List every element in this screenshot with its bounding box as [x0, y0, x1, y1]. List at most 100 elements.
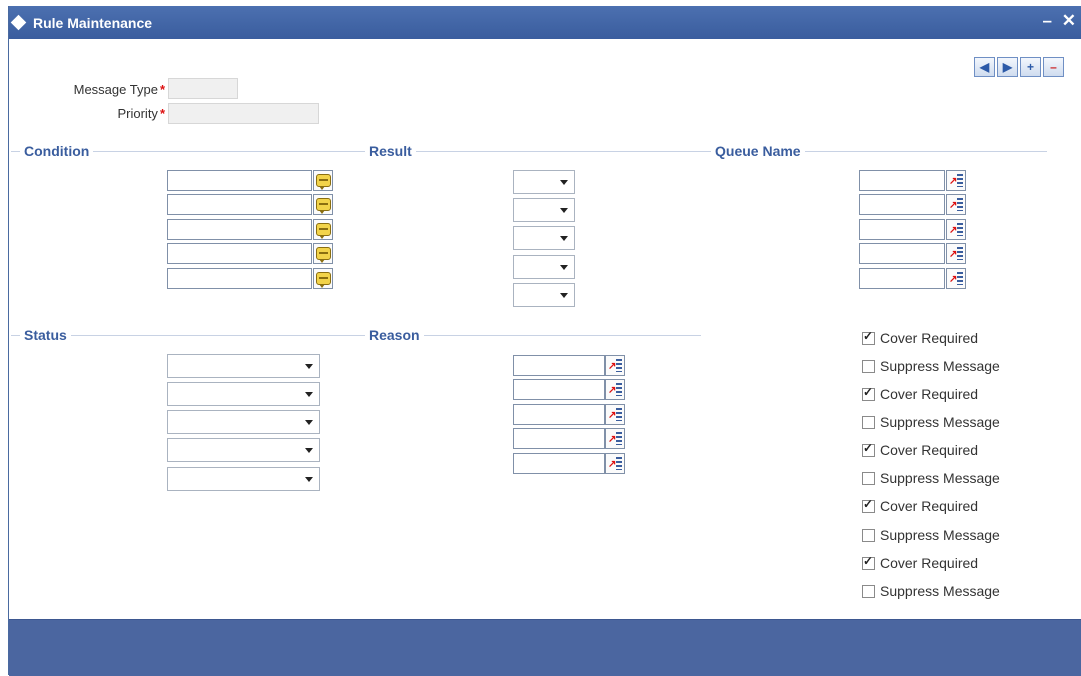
result-select[interactable] [513, 283, 575, 307]
suppress-message-checkbox[interactable]: Suppress Message [862, 583, 1000, 599]
comment-icon [315, 272, 331, 288]
cover-required-checkbox[interactable]: Cover Required [862, 441, 978, 458]
reason-lov-button[interactable]: ↗ [605, 428, 625, 449]
cover-required-checkbox[interactable]: Cover Required [862, 497, 979, 514]
suppress-message-checkbox[interactable]: Suppress Message [862, 470, 1000, 486]
result-select[interactable] [513, 170, 575, 194]
chevron-down-icon [305, 364, 313, 369]
comment-icon [315, 223, 331, 239]
checkbox-box[interactable] [862, 415, 875, 429]
queue-name-input[interactable] [859, 243, 945, 264]
priority-label-text: Priority [117, 106, 158, 121]
cover-required-checkbox[interactable]: Cover Required [862, 329, 978, 346]
condition-editor-button[interactable] [313, 268, 333, 289]
checkbox-box[interactable] [862, 497, 875, 513]
checkbox-box[interactable] [862, 584, 875, 598]
reason-input[interactable] [513, 404, 605, 425]
condition-input[interactable] [167, 170, 312, 191]
cover-required-checkbox[interactable]: Cover Required [862, 385, 978, 402]
checkbox-box[interactable] [862, 471, 875, 485]
condition-editor-button[interactable] [313, 219, 333, 240]
rule-maintenance-window: Rule Maintenance – ✕ ◀ ▶ + – Message Typ… [8, 6, 1081, 676]
result-select[interactable] [513, 198, 575, 222]
checkbox-label: Suppress Message [880, 470, 1000, 486]
list-of-values-icon: ↗ [608, 383, 622, 396]
comment-icon [315, 247, 331, 263]
reason-input[interactable] [513, 355, 605, 376]
list-of-values-icon: ↗ [608, 408, 622, 421]
reason-lov-button[interactable]: ↗ [605, 453, 625, 474]
checkbox-box[interactable] [862, 441, 875, 457]
chevron-down-icon [560, 208, 568, 213]
title-bar: Rule Maintenance – ✕ [9, 6, 1081, 39]
condition-editor-button[interactable] [313, 243, 333, 264]
message-type-label: Message Type * [49, 82, 165, 97]
condition-input[interactable] [167, 268, 312, 289]
add-row-button[interactable]: + [1020, 57, 1041, 77]
list-of-values-icon: ↗ [608, 457, 622, 470]
minimize-button[interactable]: – [1043, 11, 1052, 31]
queue-lov-button[interactable]: ↗ [946, 268, 966, 289]
suppress-message-checkbox[interactable]: Suppress Message [862, 414, 1000, 430]
status-select[interactable] [167, 354, 320, 378]
previous-record-button[interactable]: ◀ [974, 57, 995, 77]
list-of-values-icon: ↗ [949, 223, 963, 236]
status-select[interactable] [167, 382, 320, 406]
priority-field[interactable] [168, 103, 319, 124]
reason-lov-button[interactable]: ↗ [605, 379, 625, 400]
required-marker: * [159, 82, 165, 97]
close-button[interactable]: ✕ [1062, 11, 1076, 31]
suppress-message-checkbox[interactable]: Suppress Message [862, 358, 1000, 374]
chevron-down-icon [305, 477, 313, 482]
section-condition: Condition [20, 143, 94, 159]
condition-editor-button[interactable] [313, 170, 333, 191]
status-select[interactable] [167, 438, 320, 462]
queue-name-input[interactable] [859, 268, 945, 289]
checkbox-label: Suppress Message [880, 414, 1000, 430]
queue-lov-button[interactable]: ↗ [946, 219, 966, 240]
reason-input[interactable] [513, 379, 605, 400]
list-of-values-icon: ↗ [949, 247, 963, 260]
checkbox-box[interactable] [862, 359, 875, 373]
comment-icon [315, 198, 331, 214]
queue-name-input[interactable] [859, 194, 945, 215]
condition-input[interactable] [167, 219, 312, 240]
reason-lov-button[interactable]: ↗ [605, 355, 625, 376]
reason-input[interactable] [513, 428, 605, 449]
message-type-field[interactable] [168, 78, 238, 99]
suppress-message-checkbox[interactable]: Suppress Message [862, 527, 1000, 543]
checkbox-label: Cover Required [880, 498, 979, 514]
condition-input[interactable] [167, 194, 312, 215]
chevron-down-icon [560, 293, 568, 298]
list-of-values-icon: ↗ [608, 359, 622, 372]
section-result: Result [365, 143, 416, 159]
queue-lov-button[interactable]: ↗ [946, 243, 966, 264]
cover-required-checkbox[interactable]: Cover Required [862, 554, 978, 571]
section-status: Status [20, 327, 71, 343]
checkbox-box[interactable] [862, 554, 875, 570]
checkbox-box[interactable] [862, 528, 875, 542]
checkbox-box[interactable] [862, 329, 875, 345]
footer-bar [9, 619, 1081, 676]
checkbox-box[interactable] [862, 385, 875, 401]
chevron-down-icon [560, 265, 568, 270]
reason-input[interactable] [513, 453, 605, 474]
condition-input[interactable] [167, 243, 312, 264]
checkbox-label: Suppress Message [880, 358, 1000, 374]
queue-name-input[interactable] [859, 219, 945, 240]
priority-label: Priority * [49, 106, 165, 121]
required-marker: * [159, 106, 165, 121]
chevron-down-icon [305, 420, 313, 425]
queue-name-input[interactable] [859, 170, 945, 191]
status-select[interactable] [167, 410, 320, 434]
status-select[interactable] [167, 467, 320, 491]
result-select[interactable] [513, 255, 575, 279]
queue-lov-button[interactable]: ↗ [946, 170, 966, 191]
reason-lov-button[interactable]: ↗ [605, 404, 625, 425]
message-type-label-text: Message Type [73, 82, 158, 97]
result-select[interactable] [513, 226, 575, 250]
queue-lov-button[interactable]: ↗ [946, 194, 966, 215]
delete-row-button[interactable]: – [1043, 57, 1064, 77]
condition-editor-button[interactable] [313, 194, 333, 215]
next-record-button[interactable]: ▶ [997, 57, 1018, 77]
